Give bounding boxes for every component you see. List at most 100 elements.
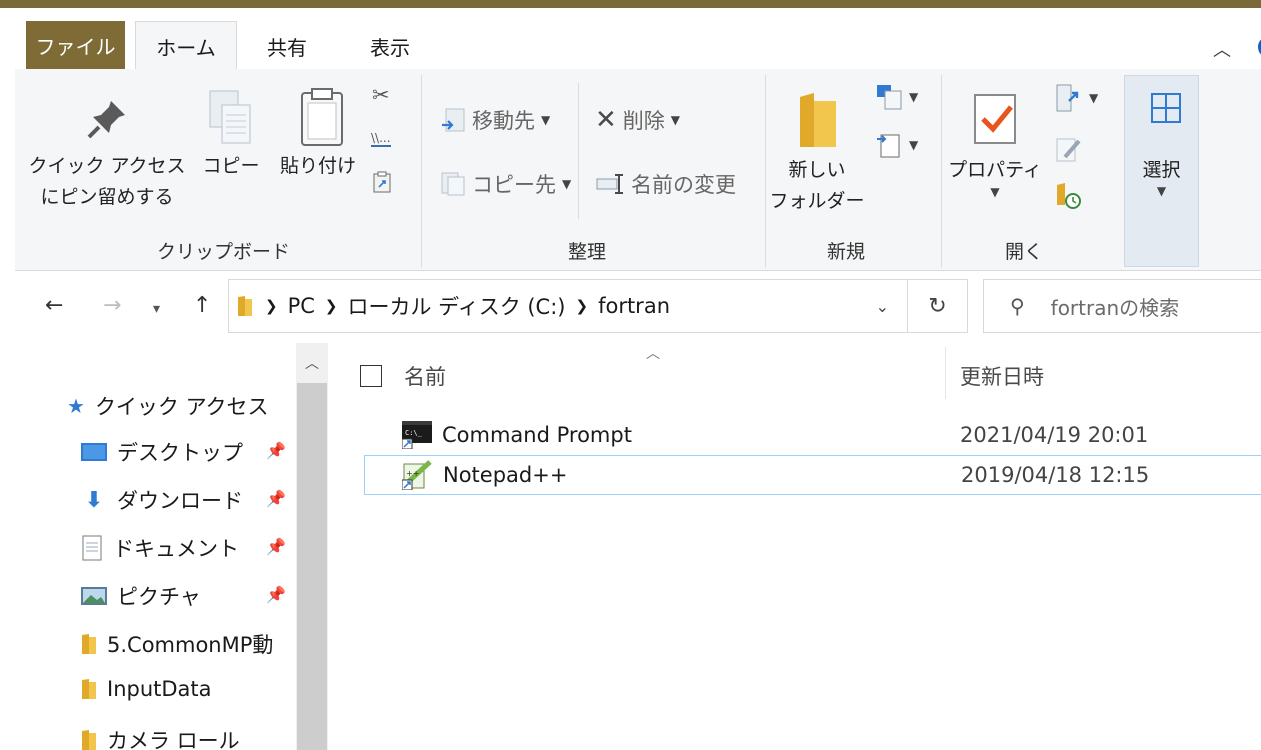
title-strip [0,0,1261,8]
notepad-plus-plus-icon: ++ [402,460,432,490]
folder-icon [82,679,96,699]
table-row[interactable]: ++ Notepad++ 2019/04/18 12:15 [364,455,1261,495]
nav-scrollbar-thumb[interactable] [297,383,327,750]
back-arrow-icon[interactable]: ← [45,293,63,318]
nav-item-label: ダウンロード [117,489,243,513]
tab-share[interactable]: 共有 [252,22,322,70]
column-separator[interactable] [945,347,946,399]
copy-icon [209,90,251,144]
address-dropdown-chevron-icon[interactable]: ⌄ [876,297,889,316]
group-separator [765,75,766,267]
edit-pencil-icon [1056,138,1081,162]
copy-path-button[interactable]: \\... [371,131,391,147]
search-icon: ⚲ [1010,294,1025,318]
forward-arrow-icon[interactable]: → [103,293,121,318]
tab-view[interactable]: 表示 [355,22,425,70]
ribbon-collapse-icon[interactable]: ︿ [1213,36,1231,62]
breadcrumb-item-fortran[interactable]: fortran [598,294,670,318]
chevron-down-icon: ▼ [909,90,919,104]
copy-to-label: コピー先 [472,173,556,197]
file-name: Command Prompt [442,423,632,447]
desktop-icon [81,443,107,461]
breadcrumb-chevron-icon: ❯ [324,297,338,315]
folder-icon [238,296,252,316]
nav-item-label: 5.CommonMP動 [107,633,274,657]
star-icon: ★ [67,394,85,418]
new-item-button[interactable]: ▼ [875,83,918,111]
pictures-icon [81,587,107,605]
chevron-down-icon: ▼ [541,113,551,127]
paste-shortcut-icon [373,171,391,193]
recent-locations-chevron-icon[interactable]: ▾ [153,301,160,317]
tab-home[interactable]: ホーム [135,21,237,71]
copy-button[interactable]: コピー [201,151,261,182]
open-icon [1056,84,1079,112]
column-header-modified[interactable]: 更新日時 [960,361,1044,391]
nav-item-downloads[interactable]: ⬇ ダウンロード [81,485,243,515]
folder-icon [82,730,96,750]
nav-item-quick-access[interactable]: ★ クイック アクセス [67,391,269,421]
pin-to-quick-access-button[interactable]: クイック アクセス にピン留めする [27,151,187,213]
ribbon-home: クイック アクセス にピン留めする コピー 貼り付け ✂ \\... クリップボ… [15,69,1261,271]
history-button[interactable] [1055,181,1083,209]
chevron-down-icon: ▼ [909,138,919,152]
rename-label: 名前の変更 [631,173,736,197]
column-header-name[interactable]: 名前 [404,361,446,391]
ribbon-tab-bar: ファイル ホーム 共有 表示 ︿ [15,8,1261,71]
nav-item-documents[interactable]: ドキュメント [81,533,239,563]
move-to-button[interactable]: 移動先 ▼ [440,105,550,135]
tab-file[interactable]: ファイル [26,21,125,70]
new-folder-label-line1: 新しい [788,159,846,181]
file-modified: 2021/04/19 20:01 [960,423,1149,447]
nav-item-desktop[interactable]: デスクトップ [81,437,243,467]
file-name: Notepad++ [443,463,568,487]
copy-to-button[interactable]: コピー先 ▼ [440,169,571,199]
file-list: ︿ 名前 更新日時 C:\_ Command Prompt 2021/04/19… [328,343,1261,750]
paste-button[interactable]: 貼り付け [273,151,363,182]
group-label-clipboard: クリップボード [157,241,291,263]
rename-button[interactable]: 名前の変更 [595,169,736,199]
select-label: 選択 [1142,159,1181,181]
scroll-up-arrow-icon[interactable]: ︿ [305,353,319,373]
pin-icon [87,101,125,139]
up-arrow-icon[interactable]: ↑ [193,293,211,318]
new-folder-button[interactable]: 新しい フォルダー [767,155,867,217]
chevron-down-icon: ▼ [562,177,572,191]
new-item-icon [877,85,902,110]
group-label-open: 開く [1005,241,1044,263]
table-row[interactable]: C:\_ Command Prompt 2021/04/19 20:01 [364,415,1261,455]
nav-item-label: カメラ ロール [107,729,240,750]
nav-item-folder[interactable]: カメラ ロール [81,725,240,750]
refresh-button[interactable]: ↻ [908,279,968,333]
pin-icon: 📌 [266,537,286,556]
pin-icon: 📌 [266,489,286,508]
easy-access-button[interactable]: ▼ [875,131,918,159]
breadcrumb-item-pc[interactable]: PC [288,294,315,318]
properties-icon [974,94,1016,144]
nav-item-label: クイック アクセス [94,395,269,419]
nav-item-folder[interactable]: InputData [81,677,212,701]
pin-icon: 📌 [266,585,286,604]
download-arrow-icon: ⬇ [84,487,104,513]
nav-item-folder[interactable]: 5.CommonMP動 [81,629,273,659]
edit-button[interactable] [1055,135,1083,163]
nav-item-pictures[interactable]: ピクチャ [81,581,201,611]
cut-button[interactable]: ✂ [372,83,390,107]
breadcrumb-chevron-icon: ❯ [575,297,589,315]
properties-button[interactable]: プロパティ ▼ [945,155,1045,198]
delete-button[interactable]: ✕ 削除 ▼ [595,105,680,135]
breadcrumb-item-local-disk[interactable]: ローカル ディスク (C:) [347,291,565,321]
search-input[interactable]: ⚲ fortranの検索 [983,279,1261,333]
chevron-down-icon: ▼ [670,113,681,127]
address-bar[interactable]: ❯ PC ❯ ローカル ディスク (C:) ❯ fortran ⌄ [228,279,908,333]
new-folder-label-line2: フォルダー [769,190,865,212]
select-all-checkbox[interactable] [360,365,382,387]
open-button[interactable]: ▼ [1055,83,1098,113]
command-prompt-icon: C:\_ [402,421,432,449]
paste-shortcut-button[interactable] [373,171,391,193]
easy-access-icon [877,134,900,158]
scissors-icon: ✂ [372,83,390,107]
delete-label: 削除 [622,109,665,133]
nav-item-label: ドキュメント [113,537,239,561]
address-bar-row: ← → ▾ ↑ ❯ PC ❯ ローカル ディスク (C:) ❯ fortran … [15,271,1261,343]
